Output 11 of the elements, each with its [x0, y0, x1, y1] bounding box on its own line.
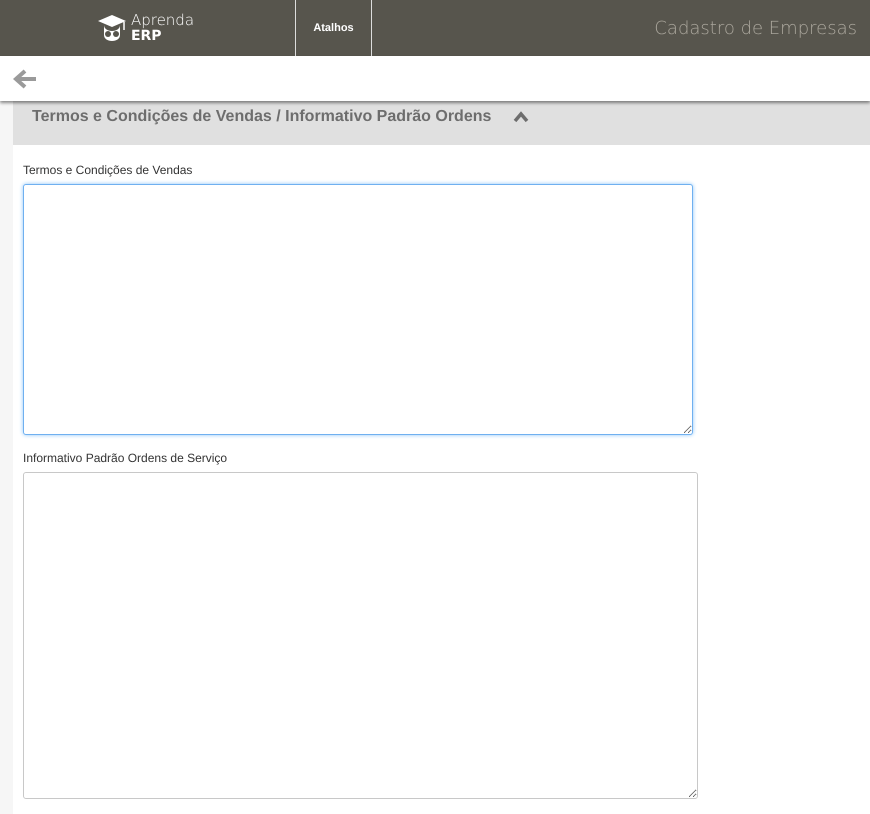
logo-text: ERP: [130, 28, 162, 44]
page-title: Cadastro de Empresas: [654, 18, 858, 38]
chevron-up-icon: [513, 111, 530, 123]
field-label: Termos e Condições de Vendas: [23, 163, 194, 177]
section-title: Termos e Condições de Vendas / Informativo Padrão Ordens: [32, 108, 492, 126]
section-header[interactable]: Termos e Condições de Vendas / Informativo Padrão Ordens: [13, 101, 870, 145]
logo-text: Aprenda: [130, 12, 194, 28]
field-label: Informativo Padrão Ordens de Serviço: [23, 451, 228, 465]
graduation-cap-icon: [96, 13, 128, 43]
text-area[interactable]: [23, 184, 693, 435]
text-area[interactable]: [23, 472, 698, 799]
